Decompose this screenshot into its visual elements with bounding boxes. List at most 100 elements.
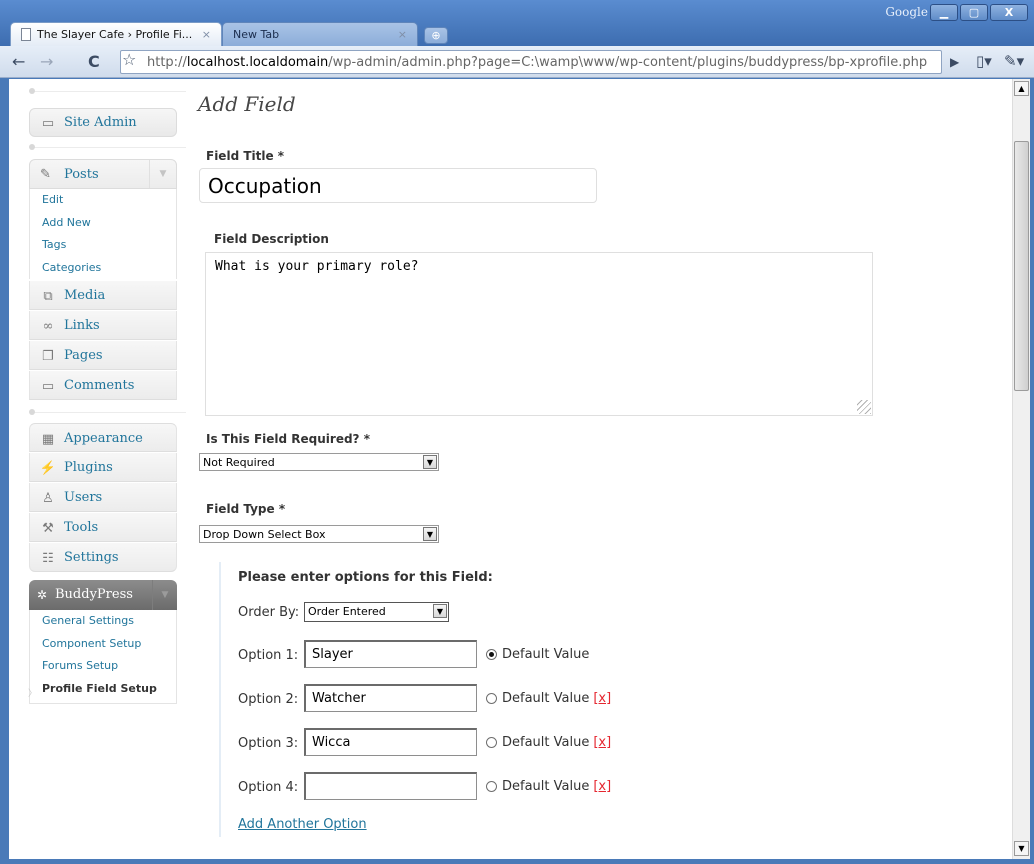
default-value-text: Default Value — [502, 779, 590, 794]
page-scrollbar[interactable]: ▲ ▼ — [1012, 79, 1030, 859]
menu-separator — [31, 91, 186, 92]
field-description-textarea[interactable]: What is your primary role? — [205, 252, 873, 416]
url-host: localhost.localdomain — [186, 55, 329, 70]
menu-separator — [31, 412, 186, 413]
add-another-option-link[interactable]: Add Another Option — [238, 817, 367, 832]
sidebar-item-label: Users — [64, 490, 103, 505]
submenu-component-setup[interactable]: Component Setup — [30, 633, 176, 656]
resize-grip-icon[interactable] — [857, 400, 871, 414]
browser-titlebar: Google ▁ ▢ X The Slayer Cafe › Profile F… — [0, 0, 1034, 46]
posts-submenu: Edit Add New Tags Categories — [29, 189, 177, 279]
settings-icon: ☷ — [42, 550, 54, 566]
separator-dot — [29, 409, 35, 415]
submenu-edit[interactable]: Edit — [30, 189, 176, 212]
sidebar-item-posts[interactable]: ✎ Posts ▼ — [29, 159, 177, 189]
appearance-icon: ▦ — [41, 431, 55, 447]
bookmark-star-icon[interactable]: ☆ — [122, 50, 136, 69]
option-1-default-label: Default Value — [502, 647, 589, 662]
sidebar-item-pages[interactable]: ❐ Pages — [29, 341, 177, 370]
chevron-down-icon[interactable]: ▼ — [152, 580, 177, 610]
sidebar-item-label: Appearance — [64, 431, 143, 446]
option-1-default-radio[interactable] — [486, 649, 497, 660]
sidebar-item-buddypress[interactable]: ✲ BuddyPress ▼ — [29, 580, 177, 610]
submenu-add-new[interactable]: Add New — [30, 212, 176, 235]
option-2-delete-link[interactable]: [x] — [593, 691, 611, 706]
option-2-default-radio[interactable] — [486, 693, 497, 704]
url-path: /wp-admin/admin.php?page=C:\wamp\www/wp-… — [328, 55, 928, 70]
scroll-up-arrow-icon[interactable]: ▲ — [1014, 81, 1029, 96]
sidebar-item-links[interactable]: ∞ Links — [29, 311, 177, 340]
required-label: Is This Field Required? * — [206, 432, 370, 446]
forward-arrow-icon[interactable]: → — [40, 52, 53, 71]
go-arrow-icon[interactable]: ▶ — [950, 55, 959, 69]
separator-dot — [29, 88, 35, 94]
reload-icon[interactable]: C — [88, 52, 100, 71]
maximize-icon[interactable]: ▢ — [960, 4, 988, 21]
menu-separator — [31, 147, 186, 148]
order-by-value: Order Entered — [308, 605, 386, 618]
default-value-text: Default Value — [502, 691, 590, 706]
sidebar-item-settings[interactable]: ☷ Settings — [29, 543, 177, 572]
sidebar-item-label: Settings — [64, 550, 119, 565]
order-by-select[interactable]: Order Entered ▼ — [304, 602, 449, 622]
option-3-delete-link[interactable]: [x] — [593, 735, 611, 750]
page-icon — [21, 28, 31, 41]
sidebar-item-comments[interactable]: ▭ Comments — [29, 371, 177, 400]
required-select-value: Not Required — [203, 456, 275, 469]
sidebar-item-label: Site Admin — [64, 115, 137, 130]
submenu-categories[interactable]: Categories — [30, 257, 176, 280]
field-type-select[interactable]: Drop Down Select Box ▼ — [199, 525, 439, 543]
scroll-down-arrow-icon[interactable]: ▼ — [1014, 841, 1029, 856]
required-select[interactable]: Not Required ▼ — [199, 453, 439, 471]
submenu-forums-setup[interactable]: Forums Setup — [30, 655, 176, 678]
option-1-input[interactable]: Slayer — [304, 640, 477, 668]
sidebar-item-site-admin[interactable]: ▭ Site Admin — [29, 108, 177, 137]
close-window-icon[interactable]: X — [990, 4, 1028, 21]
plugins-icon: ⚡ — [39, 460, 57, 476]
option-4-default-radio[interactable] — [486, 781, 497, 792]
tab-slayer-cafe[interactable]: The Slayer Cafe › Profile Fi... × — [10, 22, 222, 46]
sidebar-item-media[interactable]: ⧉ Media — [29, 281, 177, 310]
page-menu-icon[interactable]: ▯▾ — [976, 52, 992, 70]
option-4-default-label: Default Value [x] — [502, 779, 611, 794]
submenu-profile-field-setup[interactable]: Profile Field Setup — [30, 678, 176, 701]
submenu-general-settings[interactable]: General Settings — [30, 610, 176, 633]
order-by-label: Order By: — [238, 605, 300, 620]
pages-icon: ❐ — [42, 348, 54, 364]
back-arrow-icon[interactable]: ← — [12, 52, 25, 71]
option-3-input[interactable]: Wicca — [304, 728, 477, 756]
tab-close-icon[interactable]: × — [202, 28, 211, 46]
new-tab-icon[interactable]: ⊕ — [424, 27, 448, 44]
option-3-default-label: Default Value [x] — [502, 735, 611, 750]
field-description-value: What is your primary role? — [215, 259, 419, 274]
sidebar-item-users[interactable]: ♙ Users — [29, 483, 177, 512]
option-3-default-radio[interactable] — [486, 737, 497, 748]
sidebar-item-plugins[interactable]: ⚡ Plugins — [29, 453, 177, 482]
sidebar-item-tools[interactable]: ⚒ Tools — [29, 513, 177, 542]
chevron-down-icon[interactable]: ▼ — [149, 160, 176, 188]
sidebar-item-label: Tools — [64, 520, 99, 535]
option-2-input[interactable]: Watcher — [304, 684, 477, 712]
tab-new-tab[interactable]: New Tab × — [222, 22, 418, 46]
option-4-input[interactable] — [304, 772, 477, 800]
buddypress-submenu: General Settings Component Setup Forums … — [29, 610, 177, 704]
tools-icon: ⚒ — [42, 520, 54, 536]
tab-close-icon[interactable]: × — [398, 28, 407, 46]
wrench-icon[interactable]: ✎▾ — [1004, 52, 1024, 70]
submenu-tags[interactable]: Tags — [30, 234, 176, 257]
page-title: Add Field — [198, 92, 296, 116]
buddypress-icon: ✲ — [37, 588, 48, 602]
links-icon: ∞ — [42, 318, 54, 334]
dropdown-arrow-icon: ▼ — [423, 455, 437, 469]
dropdown-arrow-icon: ▼ — [423, 527, 437, 541]
sidebar-item-label: Pages — [64, 348, 103, 363]
field-title-input[interactable]: Occupation — [199, 168, 597, 203]
minimize-icon[interactable]: ▁ — [930, 4, 958, 21]
address-bar[interactable]: http://localhost.localdomain/wp-admin/ad… — [120, 50, 942, 74]
users-icon: ♙ — [42, 490, 54, 506]
default-value-text: Default Value — [502, 647, 590, 662]
scroll-thumb[interactable] — [1014, 141, 1029, 391]
browser-toolbar: ← → C http://localhost.localdomain/wp-ad… — [0, 46, 1034, 78]
option-4-delete-link[interactable]: [x] — [593, 779, 611, 794]
sidebar-item-appearance[interactable]: ▦ Appearance — [29, 423, 177, 452]
